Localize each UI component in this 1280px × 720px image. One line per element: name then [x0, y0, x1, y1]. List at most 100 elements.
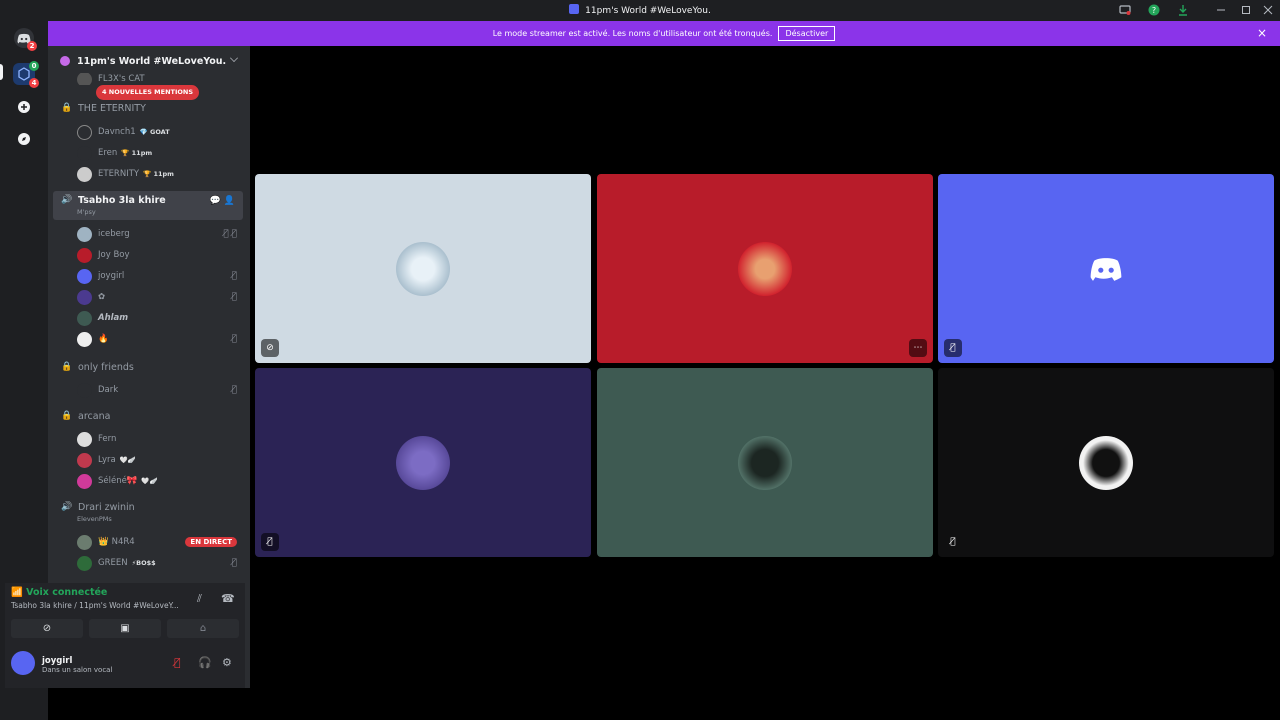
server-header[interactable]: 11pm's World #WeLoveYou. [48, 46, 250, 76]
plus-icon [18, 101, 30, 113]
video-tile-joy-boy[interactable]: ⋯ [597, 174, 933, 363]
live-badge: EN DIRECT [185, 537, 237, 547]
server-name: 11pm's World #WeLoveYou. [77, 55, 227, 67]
voice-user-iceberg[interactable]: iceberg 🎙̸ ⛶̸ [77, 224, 237, 244]
user-tag: 🏆 11pm [121, 149, 153, 157]
avatar [77, 247, 92, 263]
user-name: ETERNITY [98, 169, 140, 179]
voice-user-fern[interactable]: Fern [77, 429, 237, 449]
maximize-icon[interactable] [1240, 4, 1252, 16]
window-title: 11pm's World #WeLoveYou. [0, 4, 1280, 16]
video-tile-flower[interactable]: 🎙̸ [255, 368, 591, 557]
disconnect-icon[interactable]: ☎ [221, 592, 235, 605]
voice-user-flame[interactable]: 🔥 🎙̸ [77, 329, 237, 349]
avatar[interactable] [11, 651, 35, 675]
muted-icon: 🎙̸ [231, 271, 237, 281]
voice-location[interactable]: Tsabho 3la khire / 11pm's World #WeLoveY… [11, 601, 191, 610]
headphones-icon[interactable]: 🎧 [198, 656, 212, 669]
voice-user-flower[interactable]: ✿ 🎙̸ [77, 287, 237, 307]
speaker-icon: 🔊 [61, 195, 73, 205]
channel-name: Tsabho 3la khire [78, 195, 166, 206]
server-voice-badge: 0 [29, 61, 39, 71]
user-name: Lyra [98, 455, 116, 465]
avatar [77, 268, 92, 284]
screen-share-button[interactable]: ▣ [89, 619, 161, 638]
voice-user-ahlam[interactable]: Ahlam [77, 308, 237, 328]
muted-icon: 🎙̸ [231, 334, 237, 344]
voice-user-selene[interactable]: Séléné🎀 🤍🪽 [77, 471, 237, 491]
user-tag: 💎 GOAT [139, 128, 170, 136]
streamer-mode-banner: Le mode streamer est activé. Les noms d'… [48, 21, 1280, 46]
lock-icon: 🔒 [61, 411, 73, 421]
lock-icon: 🔒 [61, 103, 73, 113]
voice-user-eternity[interactable]: ETERNITY 🏆 11pm [77, 164, 237, 184]
video-tile-joygirl[interactable]: 🎙̸ [938, 174, 1274, 363]
more-options-icon[interactable]: ⋯ [909, 339, 927, 357]
voice-user-joygirl[interactable]: joygirl 🎙̸ [77, 266, 237, 286]
close-window-icon[interactable] [1262, 4, 1274, 16]
close-banner-icon[interactable]: × [1257, 27, 1267, 39]
voice-user-eren[interactable]: Eren 🏆 11pm [77, 143, 237, 163]
mic-muted-icon[interactable]: 🎙̸ [174, 656, 181, 669]
voice-user-joy-boy[interactable]: Joy Boy [77, 245, 237, 265]
activities-button[interactable]: ⌂ [167, 619, 239, 638]
user-name: Ahlam [98, 313, 129, 323]
voice-status-text: Voix connectée [26, 587, 108, 598]
streamer-mode-text: Le mode streamer est activé. Les noms d'… [492, 29, 773, 38]
account-name: joygirl [42, 656, 73, 666]
user-name: ✿ [98, 292, 106, 302]
lock-icon: 🔒 [61, 362, 73, 372]
server-mention-badge: 4 [29, 78, 39, 88]
user-name: Fern [98, 434, 117, 444]
video-tile-ahlam[interactable] [597, 368, 933, 557]
user-name: FL3X's CAT [98, 74, 145, 84]
user-name: 🔥 [98, 334, 109, 344]
channel-name: THE ETERNITY [78, 102, 146, 114]
camera-button[interactable]: ⊘ [11, 619, 83, 638]
signal-icon: 📶 [11, 587, 27, 598]
chat-and-invite-icon[interactable]: 💬 👤 [210, 196, 235, 206]
voice-user-lyra[interactable]: Lyra 🤍🪽 [77, 450, 237, 470]
video-tile-flame[interactable]: 🎙̸ [938, 368, 1274, 557]
title-bar: 11pm's World #WeLoveYou. ? [0, 0, 1280, 21]
discover-button[interactable] [14, 129, 34, 149]
channel-status: ElevenPMs [77, 515, 112, 523]
server-logo-icon [569, 4, 580, 14]
channel-only-friends[interactable]: 🔒 only friends [53, 357, 243, 377]
server-boost-icon [60, 56, 70, 66]
channel-the-eternity[interactable]: 🔒 THE ETERNITY [53, 98, 243, 118]
user-tag: 🏆 11pm [143, 170, 174, 178]
voice-user-n4r4[interactable]: 👑 N4R4 EN DIRECT [77, 532, 237, 552]
channel-tsabho-3la-khire[interactable]: 🔊 Tsabho 3la khire M'psy 💬 👤 [53, 191, 243, 220]
help-icon[interactable]: ? [1148, 4, 1160, 16]
muted-and-no-video-icon: 🎙̸ ⛶̸ [223, 229, 237, 239]
video-tile-iceberg[interactable]: ⊘ [255, 174, 591, 363]
avatar [738, 241, 792, 296]
video-off-icon: ⊘ [261, 339, 279, 357]
voice-user-dark[interactable]: Dark 🎙̸ [77, 380, 237, 400]
avatar [77, 145, 92, 161]
muted-icon: 🎙̸ [261, 533, 279, 551]
user-tag: 🤍🪽 [119, 456, 136, 464]
settings-gear-icon[interactable]: ⚙ [222, 656, 232, 669]
muted-icon: 🎙̸ [231, 558, 237, 568]
server-logo-icon [18, 67, 30, 81]
list-item-clipped-user[interactable]: FL3X's CAT [77, 73, 237, 85]
user-tag: 🤍🪽 [141, 477, 158, 485]
screen-share-icon[interactable] [1119, 4, 1131, 16]
disable-streamer-mode-button[interactable]: Désactiver [778, 26, 836, 41]
avatar [77, 452, 92, 468]
minimize-icon[interactable] [1215, 4, 1227, 16]
download-icon[interactable] [1177, 4, 1189, 16]
avatar [738, 435, 792, 490]
noise-suppression-icon[interactable]: ⫽ [197, 592, 202, 606]
dm-unread-badge: 2 [27, 41, 37, 51]
voice-status[interactable]: 📶 Voix connectée [11, 587, 107, 598]
add-server-button[interactable] [14, 97, 34, 117]
avatar [77, 289, 92, 305]
voice-user-davnch1[interactable]: Davnch1 💎 GOAT [77, 122, 237, 142]
voice-user-green[interactable]: GREEN ⚡BO$$ 🎙̸ [77, 553, 237, 573]
user-name: Eren [98, 148, 118, 158]
channel-drari-zwinin[interactable]: 🔊 Drari zwinin ElevenPMs [53, 498, 243, 527]
channel-arcana[interactable]: 🔒 arcana [53, 406, 243, 426]
